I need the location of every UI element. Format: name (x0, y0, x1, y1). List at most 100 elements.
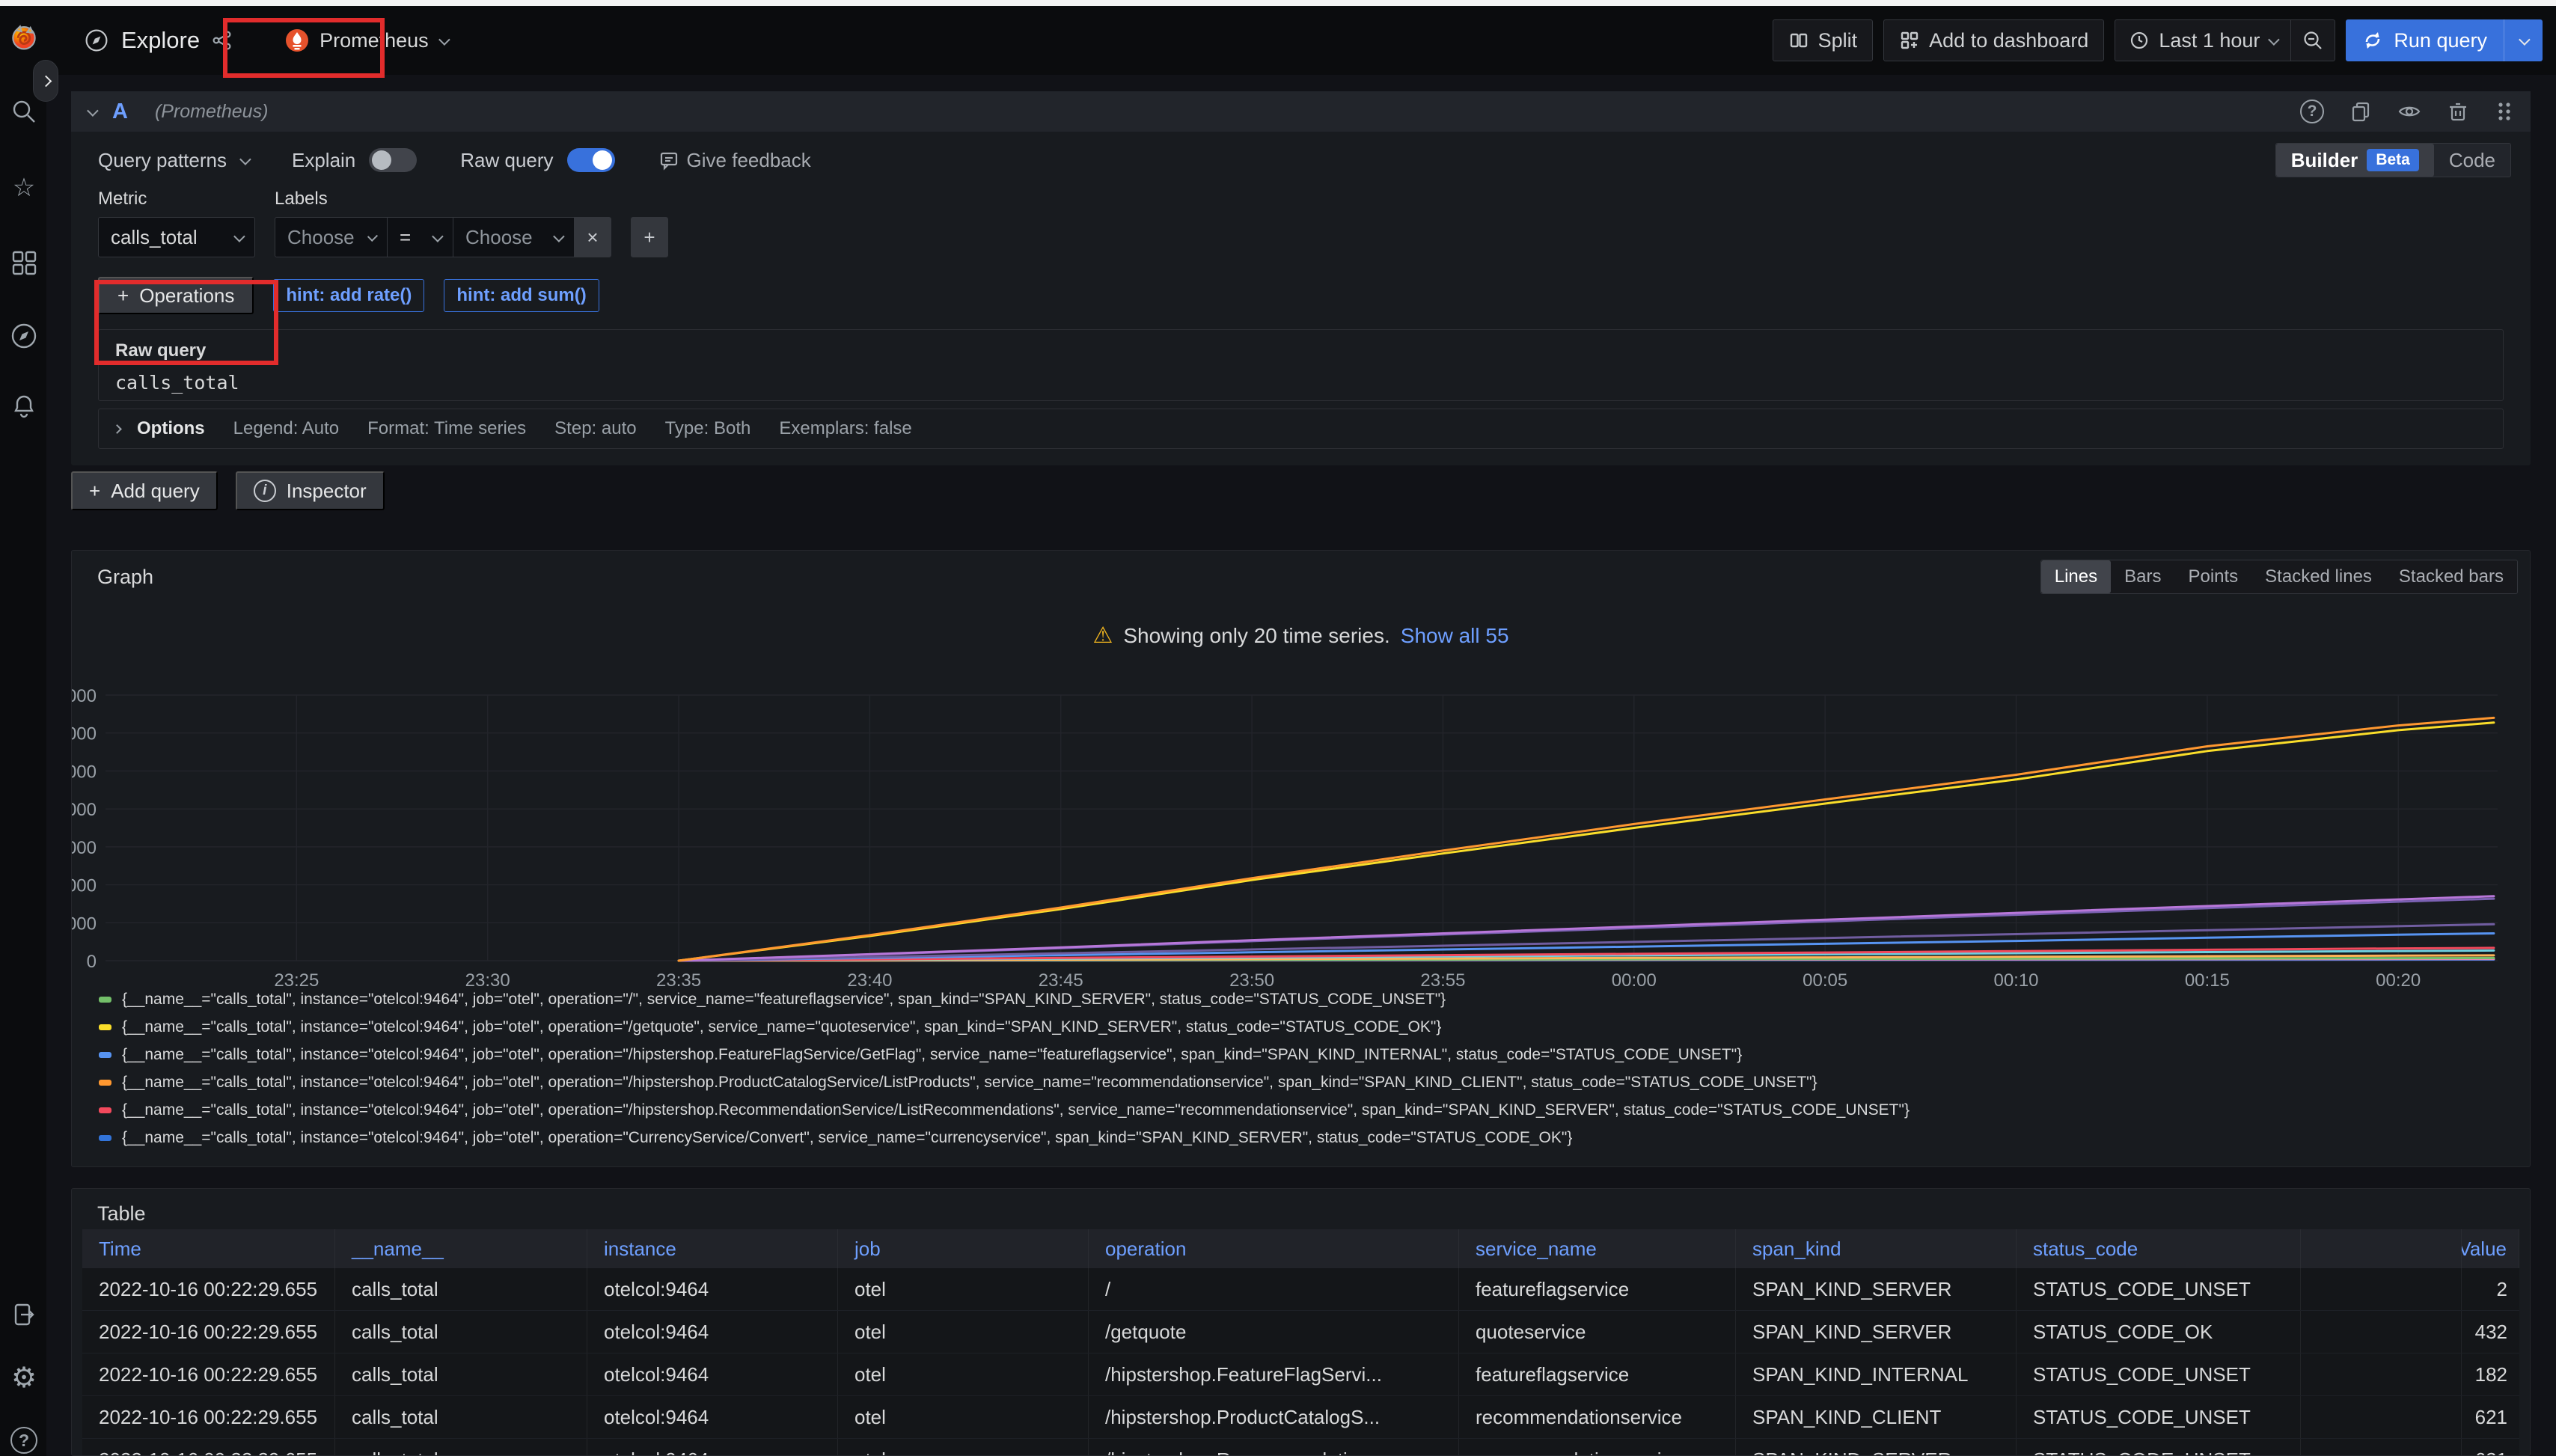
add-to-dashboard-button[interactable]: Add to dashboard (1883, 19, 2104, 61)
column-header-job[interactable]: job (838, 1229, 1089, 1268)
split-label: Split (1818, 29, 1858, 52)
query-editor: A (Prometheus) ? Query patterns Explain … (71, 91, 2531, 465)
table-cell: SPAN_KIND_SERVER (1736, 1311, 2017, 1353)
options-collapsed-row[interactable]: Options Legend: Auto Format: Time series… (98, 409, 2504, 449)
table-cell: otel (838, 1439, 1089, 1456)
y-axis-tick-label: 2000 (72, 914, 97, 934)
hint-add-sum-button[interactable]: hint: add sum() (444, 279, 599, 312)
legend-item[interactable]: {__name__="calls_total", instance="otelc… (99, 1101, 2522, 1129)
column-header-__name__[interactable]: __name__ (335, 1229, 587, 1268)
legend-item[interactable]: {__name__="calls_total", instance="otelc… (99, 1074, 2522, 1101)
operations-button[interactable]: + Operations (98, 277, 254, 314)
graph-mode-bars[interactable]: Bars (2111, 560, 2174, 593)
explain-toggle[interactable] (369, 148, 417, 172)
metric-select[interactable]: calls_total (98, 217, 255, 257)
zoom-out-time-button[interactable] (2290, 20, 2335, 61)
legend-item[interactable]: {__name__="calls_total", instance="otelc… (99, 1129, 2522, 1157)
sign-in-icon[interactable] (10, 1300, 38, 1329)
table-cell: calls_total (335, 1396, 587, 1438)
starred-icon[interactable]: ☆ (10, 174, 38, 202)
column-header-span_kind[interactable]: span_kind (1736, 1229, 2017, 1268)
settings-gear-icon[interactable]: ⚙ (10, 1363, 38, 1392)
column-header-Time[interactable]: Time (82, 1229, 335, 1268)
series-limit-warning: ⚠ Showing only 20 time series. Show all … (72, 623, 2530, 649)
table-row: 2022-10-16 00:22:29.655calls_totalotelco… (82, 1439, 2519, 1456)
graph-mode-points[interactable]: Points (2174, 560, 2251, 593)
column-header-operation[interactable]: operation (1089, 1229, 1459, 1268)
add-to-dashboard-label: Add to dashboard (1929, 29, 2088, 52)
run-query-button[interactable]: Run query (2346, 19, 2543, 61)
drag-handle-icon[interactable] (2495, 100, 2514, 123)
datasource-picker[interactable]: Prometheus (272, 19, 461, 62)
alerting-bell-icon[interactable] (10, 392, 38, 420)
column-header-Value[interactable]: Value (2462, 1229, 2519, 1268)
time-range-picker[interactable]: Last 1 hour (2115, 20, 2290, 61)
label-value-select[interactable]: Choose (453, 217, 574, 257)
duplicate-query-icon[interactable] (2349, 100, 2372, 123)
remove-label-filter-button[interactable]: × (574, 217, 611, 257)
chevron-down-icon (432, 230, 444, 242)
raw-query-preview: Raw query calls_total (98, 329, 2504, 401)
delete-query-trash-icon[interactable] (2447, 100, 2469, 123)
tab-builder[interactable]: Builder Beta (2276, 144, 2434, 177)
y-axis-tick-label: 4000 (72, 876, 97, 896)
query-help-icon[interactable]: ? (2300, 100, 2324, 123)
chevron-down-icon (2519, 34, 2531, 46)
label-key-select[interactable]: Choose (275, 217, 387, 257)
grafana-logo-icon[interactable] (10, 22, 38, 51)
explore-compass-icon[interactable] (10, 322, 38, 350)
query-row-header[interactable]: A (Prometheus) ? (71, 91, 2531, 132)
inspector-button[interactable]: i Inspector (236, 471, 385, 510)
table-cell: 2022-10-16 00:22:29.655 (82, 1353, 335, 1395)
show-all-series-link[interactable]: Show all 55 (1401, 624, 1509, 648)
graph-mode-lines[interactable]: Lines (2041, 560, 2111, 593)
column-header-status_code[interactable]: status_code (2017, 1229, 2301, 1268)
chevron-down-icon[interactable] (239, 153, 251, 165)
column-header-instance[interactable]: instance (587, 1229, 838, 1268)
raw-query-toggle[interactable] (567, 148, 615, 172)
split-button[interactable]: Split (1773, 19, 1874, 61)
legend-series-label: {__name__="calls_total", instance="otelc… (122, 1129, 1572, 1147)
legend-item[interactable]: {__name__="calls_total", instance="otelc… (99, 1046, 2522, 1074)
column-header-service_name[interactable]: service_name (1459, 1229, 1736, 1268)
add-query-button[interactable]: + Add query (71, 471, 218, 510)
x-axis-tick-label: 23:25 (274, 970, 319, 988)
help-icon[interactable]: ? (10, 1426, 38, 1455)
query-datasource-hint: (Prometheus) (155, 101, 268, 123)
graph-mode-stacked-lines[interactable]: Stacked lines (2251, 560, 2385, 593)
beta-badge: Beta (2367, 149, 2419, 171)
search-icon[interactable] (10, 97, 38, 126)
x-axis-tick-label: 00:15 (2185, 970, 2230, 988)
table-cell: calls_total (335, 1311, 587, 1353)
chevron-down-icon (367, 230, 378, 241)
legend-item[interactable]: {__name__="calls_total", instance="otelc… (99, 991, 2522, 1018)
operations-label: Operations (139, 284, 234, 308)
collapse-chevron-icon[interactable] (87, 105, 99, 117)
give-feedback-link[interactable]: Give feedback (658, 149, 811, 172)
table-cell-value: 432 (2462, 1311, 2519, 1353)
table-row: 2022-10-16 00:22:29.655calls_totalotelco… (82, 1396, 2519, 1439)
table-cell: otel (838, 1311, 1089, 1353)
run-query-dropdown[interactable] (2504, 19, 2543, 61)
label-operator-select[interactable]: = (387, 217, 453, 257)
table-cell-value: 2 (2462, 1268, 2519, 1310)
hide-query-eye-icon[interactable] (2397, 100, 2421, 123)
dashboards-icon[interactable] (10, 248, 38, 277)
legend-item[interactable]: {__name__="calls_total", instance="otelc… (99, 1018, 2522, 1046)
x-axis-tick-label: 23:50 (1229, 970, 1274, 988)
graph-mode-stacked-bars[interactable]: Stacked bars (2385, 560, 2517, 593)
query-patterns-dropdown[interactable]: Query patterns (98, 149, 227, 172)
legend-series-label: {__name__="calls_total", instance="otelc… (122, 1074, 1817, 1092)
add-label-filter-button[interactable]: + (631, 217, 668, 257)
sidebar-expand-button[interactable] (33, 60, 58, 102)
tab-code[interactable]: Code (2434, 144, 2510, 177)
metric-value: calls_total (111, 226, 198, 249)
table-spacer-cell (2301, 1353, 2462, 1395)
hint-add-rate-button[interactable]: hint: add rate() (273, 279, 424, 312)
table-cell: otelcol:9464 (587, 1268, 838, 1310)
time-series-chart[interactable]: 0200040006000800010000120001400023:2523:… (72, 667, 2530, 988)
series-line-series-orange-top (679, 718, 2494, 961)
raw-query-label: Raw query (460, 149, 553, 172)
share-icon[interactable] (212, 30, 233, 51)
table-cell: SPAN_KIND_CLIENT (1736, 1396, 2017, 1438)
